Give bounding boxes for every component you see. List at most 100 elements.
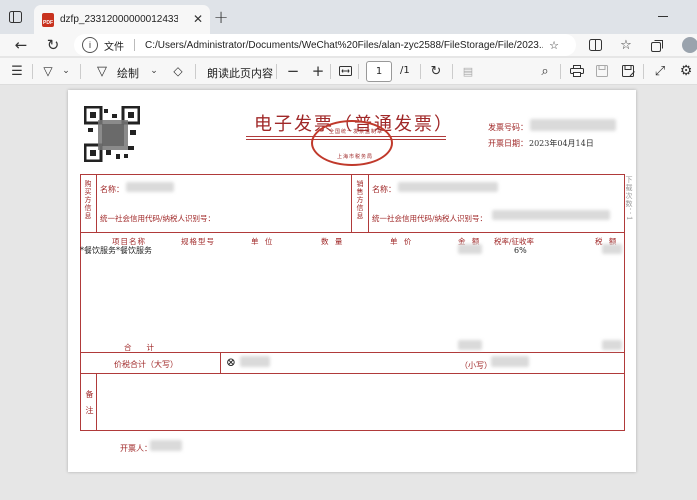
- table-line: [80, 352, 625, 353]
- address-input[interactable]: i 文件 C:/Users/Administrator/Documents/We…: [74, 34, 576, 56]
- seller-tax-id-value: [492, 210, 610, 220]
- toolbar-divider: [560, 64, 561, 79]
- remarks-label: 备注: [85, 390, 94, 422]
- expand-icon[interactable]: ⤢: [652, 63, 668, 79]
- seller-name-label: 名称：: [372, 185, 396, 194]
- toolbar-divider: [330, 64, 331, 79]
- seller-name-value: [398, 182, 498, 192]
- table-of-contents-icon[interactable]: ☰: [10, 64, 24, 79]
- draw-label[interactable]: 绘制: [117, 65, 139, 81]
- address-divider: [134, 39, 135, 51]
- issue-date-value: 2023年04月14日: [529, 139, 594, 148]
- page-view-icon[interactable]: ▤: [460, 63, 476, 79]
- table-line: [80, 373, 625, 374]
- line-item-name: *餐饮服务*餐饮服务: [80, 246, 152, 255]
- issuer-label: 开票人：: [120, 444, 152, 453]
- col-header-spec: 规格型号: [181, 237, 215, 246]
- star-add-icon[interactable]: ☆: [547, 38, 561, 52]
- col-header-unit-price: 单 价: [390, 237, 414, 246]
- seller-side-label: 销售方信息: [356, 180, 364, 220]
- toolbar-divider: [80, 64, 81, 79]
- highlighter-icon[interactable]: ▽: [40, 63, 56, 79]
- seal-text-bottom: 上海市税务局: [337, 154, 374, 160]
- eraser-icon[interactable]: ◇: [170, 63, 186, 79]
- pdf-toolbar: ☰ ▽ ⌄ ▽ 绘制 ⌄ ◇ 朗读此页内容 − + 1 /1 ↻ ▤ ⌕ ⤢ ⚙: [0, 58, 697, 85]
- tax-seal-stamp: 全国统一发票监制章 上海市税务局: [311, 120, 393, 166]
- address-url: C:/Users/Administrator/Documents/WeChat%…: [145, 39, 543, 51]
- toolbar-divider: [420, 64, 421, 79]
- close-icon[interactable]: ✕: [190, 11, 206, 27]
- issue-date-label: 开票日期：: [488, 139, 528, 148]
- minimize-icon[interactable]: [658, 16, 668, 17]
- info-icon[interactable]: i: [82, 37, 98, 53]
- table-line: [351, 174, 352, 232]
- plus-icon[interactable]: +: [212, 7, 230, 28]
- table-line: [220, 352, 221, 373]
- buyer-side-label: 购买方信息: [84, 180, 92, 220]
- qr-code: [83, 105, 141, 163]
- small-amount-label: （小写）: [460, 361, 492, 370]
- tab-strip: PDF dzfp_23312000000012433100_20 ✕ +: [0, 0, 697, 34]
- toolbar-divider: [276, 64, 277, 79]
- pdf-file-icon: PDF: [42, 12, 54, 27]
- browser-tab[interactable]: PDF dzfp_23312000000012433100_20 ✕: [34, 5, 210, 34]
- print-icon[interactable]: [568, 63, 586, 79]
- invoice-page: 电子发票（普通发票） 全国统一发票监制章 上海市税务局 发票号码： 开票日期： …: [68, 90, 636, 472]
- seller-tax-id-label: 统一社会信用代码/纳税人识别号：: [372, 214, 488, 223]
- search-icon[interactable]: ⌕: [537, 63, 553, 79]
- buyer-name-label: 名称：: [100, 185, 124, 194]
- issuer-name: [150, 440, 182, 451]
- toolbar-divider: [195, 64, 196, 79]
- seal-text-top: 全国统一发票监制章: [329, 129, 384, 135]
- line-item-tax-amount: [602, 244, 622, 254]
- favorites-icon[interactable]: ☆: [618, 37, 634, 53]
- table-line: [368, 174, 369, 232]
- minus-icon[interactable]: −: [285, 62, 301, 80]
- toolbar-divider: [643, 64, 644, 79]
- toolbar-divider: [452, 64, 453, 79]
- col-header-unit: 单 位: [251, 237, 275, 246]
- plus-icon[interactable]: +: [310, 62, 326, 80]
- split-screen-icon[interactable]: [587, 37, 603, 53]
- total-tax: [602, 340, 622, 350]
- toolbar-divider: [358, 64, 359, 79]
- col-header-quantity: 数 量: [321, 237, 345, 246]
- address-bar-row: ← ↻ i 文件 C:/Users/Administrator/Document…: [0, 34, 697, 56]
- fit-page-icon[interactable]: [337, 63, 353, 79]
- grand-total-label: 价税合计（大写）: [114, 360, 178, 369]
- buyer-tax-id-label: 统一社会信用代码/纳税人识别号：: [100, 214, 216, 223]
- save-icon[interactable]: [594, 63, 610, 79]
- line-item-tax-rate: 6%: [514, 246, 527, 255]
- draw-icon[interactable]: ▽: [94, 63, 110, 79]
- download-count-note: 下载次数：1: [625, 176, 633, 222]
- save-as-icon[interactable]: [620, 63, 636, 79]
- profile-icon[interactable]: [682, 37, 697, 53]
- grand-total-words: [240, 356, 270, 367]
- total-label: 合 计: [124, 343, 154, 352]
- buyer-name-value: [126, 182, 174, 192]
- rotate-icon[interactable]: ↻: [428, 63, 444, 79]
- toolbar-divider: [32, 64, 33, 79]
- page-total: /1: [400, 65, 410, 76]
- chevron-down-icon[interactable]: ⌄: [148, 63, 160, 79]
- invoice-number-label: 发票号码：: [488, 123, 528, 132]
- settings-icon[interactable]: ⚙: [678, 63, 694, 79]
- chevron-down-icon[interactable]: ⌄: [60, 63, 72, 79]
- total-amount: [458, 340, 482, 350]
- currency-cap-symbol: ⊗: [226, 355, 237, 369]
- back-arrow-icon[interactable]: ←: [12, 36, 30, 54]
- pdf-viewer[interactable]: 电子发票（普通发票） 全国统一发票监制章 上海市税务局 发票号码： 开票日期： …: [0, 86, 697, 500]
- grand-total-figures: [491, 356, 529, 367]
- sidebar-icon[interactable]: [6, 8, 24, 26]
- address-scheme-label: 文件: [104, 41, 124, 53]
- collections-icon[interactable]: [649, 37, 665, 53]
- table-line: [80, 232, 625, 233]
- page-number-input[interactable]: 1: [366, 61, 392, 82]
- line-item-amount: [458, 244, 482, 254]
- table-line: [96, 174, 97, 232]
- read-aloud-button[interactable]: 朗读此页内容: [207, 65, 273, 81]
- invoice-number-value: [530, 119, 616, 131]
- refresh-icon[interactable]: ↻: [44, 36, 62, 54]
- tab-title: dzfp_23312000000012433100_20: [60, 14, 178, 25]
- table-line: [96, 373, 97, 431]
